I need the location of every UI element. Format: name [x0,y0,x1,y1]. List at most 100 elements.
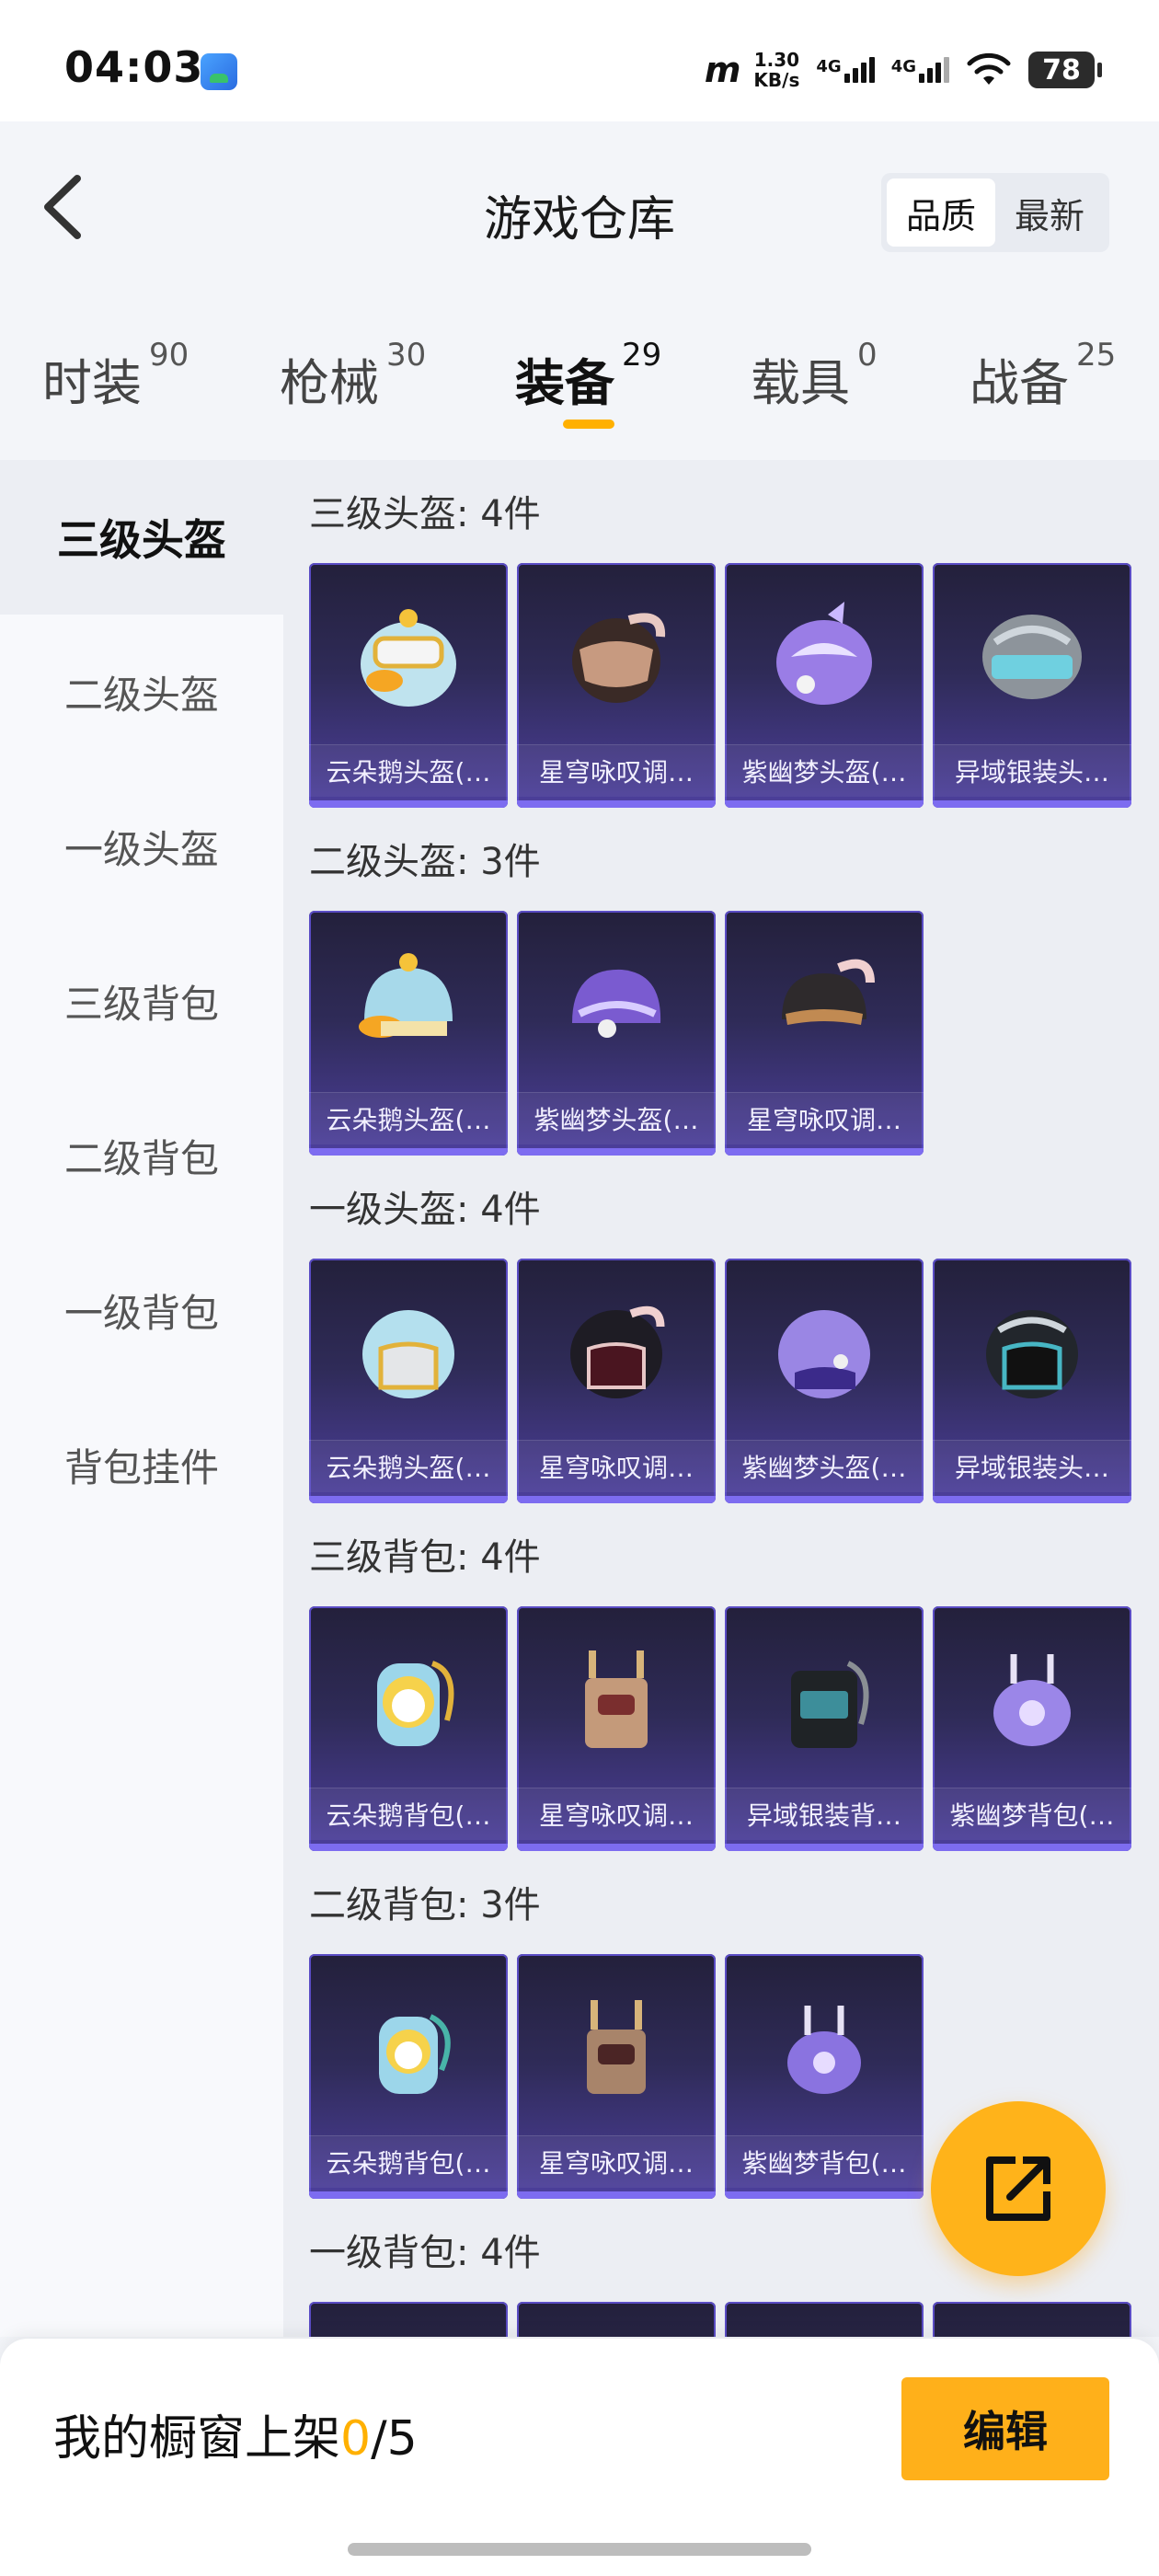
item-card[interactable]: 云朵鹅头盔(… [309,911,508,1156]
category-sidebar: 三级头盔 二级头盔 一级头盔 三级背包 二级背包 一级背包 背包挂件 [0,460,283,2337]
item-card[interactable]: 星穹咏叹调… [517,1606,716,1851]
item-name: 云朵鹅头盔(… [309,744,508,797]
goose-helmet-icon [361,609,456,707]
goose-backpack-icon [379,2014,451,2094]
status-indicators: m 1.30 KB/s 4G 4G 78 [704,44,1102,96]
item-card[interactable]: 云朵鹅背包(… [309,1606,508,1851]
item-card[interactable]: 云朵鹅头盔(… [309,1259,508,1503]
tab-count: 29 [622,337,662,374]
item-card[interactable]: 星穹咏叹调… [517,1259,716,1503]
item-card[interactable]: 紫幽梦头盔(… [725,563,924,808]
item-name: 紫幽梦头盔(… [517,1092,716,1144]
item-card[interactable]: 紫幽梦背包(… [933,1606,1131,1851]
sort-latest-button[interactable]: 最新 [995,178,1104,247]
tab-fashion[interactable]: 时装 90 [42,337,189,415]
item-name: 星穹咏叹调… [517,744,716,797]
status-bar: 04:03 m 1.30 KB/s 4G 4G 78 [0,0,1159,121]
cell-signal-1-icon: 4G [816,57,875,83]
item-name: 云朵鹅背包(… [309,2135,508,2188]
battery-icon: 78 [1028,52,1102,88]
purple-backpack-icon [787,2006,861,2094]
carrier-logo-icon: m [704,50,741,90]
tab-count: 30 [386,337,427,374]
section-title: 一级背包: 4件 [309,2232,541,2274]
network-type-2: 4G [890,57,916,76]
shelf-total-count: /5 [371,2411,418,2467]
sidebar-item-level1-helmet[interactable]: 一级头盔 [0,769,283,924]
masked-helmet-icon [570,1305,665,1398]
item-name: 云朵鹅头盔(… [309,1440,508,1492]
item-card[interactable] [933,2302,1131,2337]
goose-backpack-icon [377,1661,454,1746]
tab-supplies[interactable]: 战备 25 [970,337,1116,415]
page-header: 游戏仓库 品质 最新 时装 90 枪械 30 装备 29 载具 0 战备 25 [0,121,1159,462]
item-name: 星穹咏叹调… [517,1440,716,1492]
showcase-bar: 我的橱窗上架0/5 编辑 [0,2339,1159,2576]
item-card[interactable]: 紫幽梦头盔(… [517,911,716,1156]
section-title: 一级头盔: 4件 [309,1189,541,1231]
tab-equipment[interactable]: 装备 29 [515,337,661,415]
purple-backpack-icon [993,1654,1071,1746]
sort-quality-button[interactable]: 品质 [887,178,995,247]
item-card[interactable]: 紫幽梦背包(… [725,1954,924,2199]
item-name: 紫幽梦背包(… [725,2135,924,2188]
wifi-icon [967,52,1011,85]
status-time: 04:03 [64,42,204,92]
sidebar-item-level2-helmet[interactable]: 二级头盔 [0,615,283,769]
silver-helmet-icon [986,1310,1078,1398]
tab-guns[interactable]: 枪械 30 [280,337,426,415]
sidebar-item-level3-backpack[interactable]: 三级背包 [0,924,283,1078]
section-title: 三级头盔: 4件 [309,493,541,535]
shelf-label: 我的橱窗上架 [53,2411,341,2467]
app-notification-icon [201,53,237,90]
item-name: 云朵鹅背包(… [309,1788,508,1840]
masked-helmet-icon [782,959,875,1025]
silver-backpack-icon [791,1661,869,1748]
sidebar-item-level3-helmet[interactable]: 三级头盔 [0,460,283,615]
item-card[interactable]: 星穹咏叹调… [517,1954,716,2199]
item-card[interactable]: 星穹咏叹调… [517,563,716,808]
purple-helmet-icon [778,1310,870,1398]
item-card[interactable]: 异域银装头… [933,563,1131,808]
item-name: 星穹咏叹调… [725,1092,924,1144]
item-card[interactable]: 紫幽梦头盔(… [725,1259,924,1503]
item-card[interactable] [517,2302,716,2337]
section-title: 二级头盔: 3件 [309,841,541,883]
item-card[interactable]: 云朵鹅背包(… [309,1954,508,2199]
item-name: 紫幽梦背包(… [933,1788,1131,1840]
item-name: 异域银装背… [725,1788,924,1840]
network-speed: 1.30 KB/s [753,50,799,90]
battery-level: 78 [1042,53,1081,86]
item-card[interactable] [309,2302,508,2337]
tab-label: 时装 [42,354,142,412]
tab-vehicles[interactable]: 载具 0 [751,337,878,415]
item-card[interactable]: 异域银装头… [933,1259,1131,1503]
sidebar-item-level2-backpack[interactable]: 二级背包 [0,1078,283,1233]
masked-backpack-icon [587,2000,646,2094]
goose-helmet-icon [359,953,453,1038]
item-name: 星穹咏叹调… [517,1788,716,1840]
silver-helmet-icon [982,615,1082,699]
active-tab-indicator [563,420,614,429]
home-indicator[interactable] [348,2543,811,2556]
item-name: 星穹咏叹调… [517,2135,716,2188]
sort-toggle: 品质 最新 [881,173,1109,252]
share-button[interactable] [931,2101,1106,2276]
item-card[interactable]: 异域银装背… [725,1606,924,1851]
edit-button[interactable]: 编辑 [901,2377,1109,2480]
sidebar-item-level1-backpack[interactable]: 一级背包 [0,1233,283,1387]
shelf-status: 我的橱窗上架0/5 [53,2399,418,2468]
shelf-current-count: 0 [340,2411,372,2467]
sidebar-item-backpack-pendant[interactable]: 背包挂件 [0,1387,283,1542]
network-type-1: 4G [816,57,842,76]
item-card[interactable]: 云朵鹅头盔(… [309,563,508,808]
tab-label: 枪械 [280,354,379,412]
speed-unit: KB/s [753,69,800,91]
item-name: 云朵鹅头盔(… [309,1092,508,1144]
item-name: 紫幽梦头盔(… [725,1440,924,1492]
speed-value: 1.30 [753,49,800,71]
tab-label: 装备 [515,354,614,412]
tab-count: 0 [857,337,878,374]
item-card[interactable]: 星穹咏叹调… [725,911,924,1156]
item-card[interactable] [725,2302,924,2337]
